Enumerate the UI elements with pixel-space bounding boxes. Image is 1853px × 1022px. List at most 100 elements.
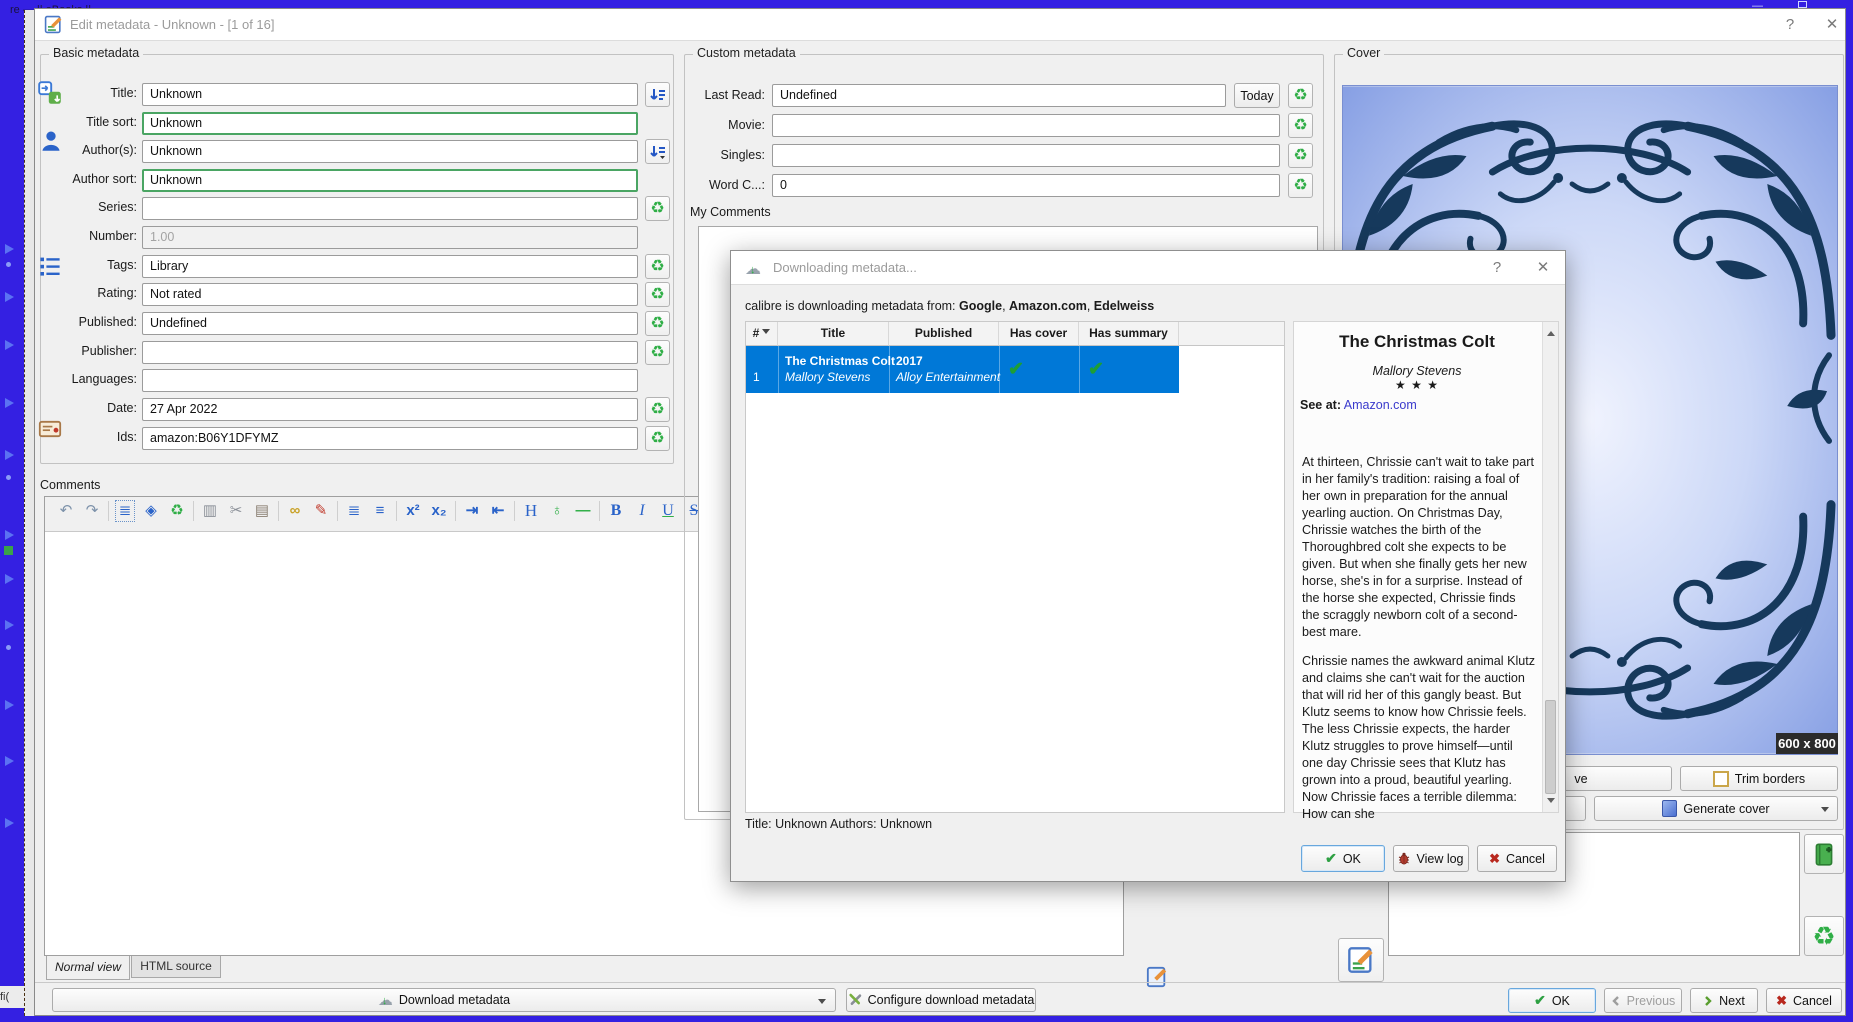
tab-normal-view[interactable]: Normal view xyxy=(46,956,130,980)
check-icon: ✔ xyxy=(1325,850,1337,866)
insert-link-icon[interactable]: ∞ xyxy=(282,497,308,525)
window-close-button[interactable]: ✕ xyxy=(1818,13,1846,37)
select-all-icon[interactable]: ≣ xyxy=(112,497,138,525)
tags-field[interactable]: Library xyxy=(142,255,638,278)
last-read-clear-button[interactable]: ♻ xyxy=(1288,83,1313,108)
date-clear-button[interactable]: ♻ xyxy=(645,397,670,422)
underline-icon[interactable]: U xyxy=(655,497,681,525)
singles-field[interactable] xyxy=(772,144,1280,167)
ids-label: Ids: xyxy=(116,430,137,444)
remove-formatting-icon[interactable]: ♻ xyxy=(164,497,190,525)
table-row[interactable]: 1 The Christmas Colt Mallory Stevens 201… xyxy=(746,346,1179,393)
window-titlebar[interactable] xyxy=(35,9,1845,41)
tags-clear-button[interactable]: ♻ xyxy=(645,254,670,279)
rating-clear-button[interactable]: ♻ xyxy=(645,282,670,307)
today-button[interactable]: Today xyxy=(1234,83,1280,108)
window-help-button[interactable]: ? xyxy=(1776,13,1804,37)
row-title: The Christmas Colt xyxy=(785,354,896,368)
singles-clear-button[interactable]: ♻ xyxy=(1288,143,1313,168)
dialog-ok-button[interactable]: ✔ OK xyxy=(1301,845,1385,872)
bold-icon[interactable]: B xyxy=(603,497,629,525)
panel-scrollbar[interactable] xyxy=(1542,322,1558,812)
auto-title-sort-button[interactable] xyxy=(645,82,670,107)
scroll-down-icon[interactable] xyxy=(1547,798,1555,807)
ids-field[interactable]: amazon:B06Y1DFYMZ xyxy=(142,427,638,450)
smarten-punctuation-icon[interactable]: ♁ xyxy=(544,497,570,525)
superscript-icon[interactable]: x² xyxy=(400,497,426,525)
col-header-has-summary[interactable]: Has summary xyxy=(1079,322,1179,346)
book-paragraph-2: Chrissie names the awkward animal Klutz … xyxy=(1302,654,1536,821)
published-field[interactable]: Undefined xyxy=(142,312,638,335)
italic-icon[interactable]: I xyxy=(629,497,655,525)
previous-button[interactable]: Previous xyxy=(1604,988,1682,1013)
auto-author-sort-button[interactable] xyxy=(645,139,670,164)
heading-icon[interactable]: H xyxy=(518,497,544,525)
movie-clear-button[interactable]: ♻ xyxy=(1288,113,1313,138)
rating-field[interactable]: Not rated xyxy=(142,283,638,306)
configure-download-metadata-button[interactable]: Configure download metadata xyxy=(846,988,1036,1012)
last-read-field[interactable]: Undefined xyxy=(772,84,1226,107)
paste-isbn-card-icon[interactable] xyxy=(38,416,62,442)
publisher-field[interactable] xyxy=(142,341,638,364)
author-sort-field[interactable]: Unknown xyxy=(142,169,638,192)
horizontal-rule-icon[interactable]: — xyxy=(570,497,596,525)
series-clear-button[interactable]: ♻ xyxy=(645,196,670,221)
download-metadata-button[interactable]: ☁ ↓ Download metadata xyxy=(52,988,836,1012)
ok-button[interactable]: ✔ OK xyxy=(1508,988,1596,1013)
tab-html-source[interactable]: HTML source xyxy=(131,956,221,978)
date-label: Date: xyxy=(107,401,137,415)
edit-cover-metadata-button[interactable] xyxy=(1338,938,1384,982)
movie-field[interactable] xyxy=(772,114,1280,137)
unordered-list-icon[interactable]: ≡ xyxy=(367,497,393,525)
dialog-close-button[interactable]: ✕ xyxy=(1529,256,1557,280)
ordered-list-icon[interactable]: ≣ xyxy=(341,497,367,525)
outdent-icon[interactable]: ⇤ xyxy=(485,497,511,525)
subscript-icon[interactable]: x₂ xyxy=(426,497,452,525)
published-clear-button[interactable]: ♻ xyxy=(645,311,670,336)
remove-format-button[interactable]: ♻ xyxy=(1804,916,1844,956)
clear-formatting-icon[interactable]: ◈ xyxy=(138,497,164,525)
editor-icon-button[interactable] xyxy=(1146,966,1172,992)
author-icon[interactable] xyxy=(40,128,62,154)
col-header-has-cover[interactable]: Has cover xyxy=(999,322,1079,346)
dialog-title: Downloading metadata... xyxy=(773,260,917,275)
add-format-button[interactable] xyxy=(1804,834,1844,874)
dialog-cancel-button[interactable]: ✖ Cancel xyxy=(1477,845,1557,872)
generate-cover-button[interactable]: Generate cover xyxy=(1594,796,1838,821)
ids-clear-button[interactable]: ♻ xyxy=(645,426,670,451)
paste-icon[interactable]: ▤ xyxy=(249,497,275,525)
dialog-help-button[interactable]: ? xyxy=(1483,256,1511,280)
col-header-title[interactable]: Title xyxy=(778,322,889,346)
copy-icon[interactable]: ▥ xyxy=(197,497,223,525)
tags-icon[interactable] xyxy=(38,253,62,279)
chevron-down-icon[interactable] xyxy=(1821,807,1829,816)
trim-borders-button[interactable]: Trim borders xyxy=(1680,766,1838,791)
scroll-up-icon[interactable] xyxy=(1547,327,1555,336)
chevron-down-icon[interactable] xyxy=(818,999,826,1008)
col-header-index[interactable]: # xyxy=(746,322,778,346)
word-count-field[interactable]: 0 xyxy=(772,174,1280,197)
title-sort-field[interactable]: Unknown xyxy=(142,112,638,135)
amazon-link[interactable]: Amazon.com xyxy=(1344,398,1417,412)
next-button[interactable]: Next xyxy=(1690,988,1758,1013)
title-field[interactable]: Unknown xyxy=(142,83,638,106)
recycle-icon: ♻ xyxy=(1293,176,1308,194)
cancel-button[interactable]: ✖ Cancel xyxy=(1766,988,1842,1013)
view-log-button[interactable]: View log xyxy=(1393,845,1469,872)
date-field[interactable]: 27 Apr 2022 xyxy=(142,398,638,421)
cloud-download-icon: ☁ ↓ xyxy=(377,992,393,1009)
swap-title-author-icon[interactable] xyxy=(38,80,62,106)
publisher-clear-button[interactable]: ♻ xyxy=(645,340,670,365)
redo-icon[interactable]: ↷ xyxy=(79,497,105,525)
scrollbar-thumb[interactable] xyxy=(1545,700,1556,794)
col-header-published[interactable]: Published xyxy=(889,322,999,346)
languages-field[interactable] xyxy=(142,369,638,392)
undo-icon[interactable]: ↶ xyxy=(53,497,79,525)
word-count-clear-button[interactable]: ♻ xyxy=(1288,173,1313,198)
indent-icon[interactable]: ⇥ xyxy=(459,497,485,525)
authors-field[interactable]: Unknown xyxy=(142,140,638,163)
format-color-icon[interactable]: ✎ xyxy=(308,497,334,525)
results-table[interactable]: # Title Published Has cover Has summary … xyxy=(745,321,1285,813)
series-field[interactable] xyxy=(142,197,638,220)
cut-icon[interactable]: ✂ xyxy=(223,497,249,525)
